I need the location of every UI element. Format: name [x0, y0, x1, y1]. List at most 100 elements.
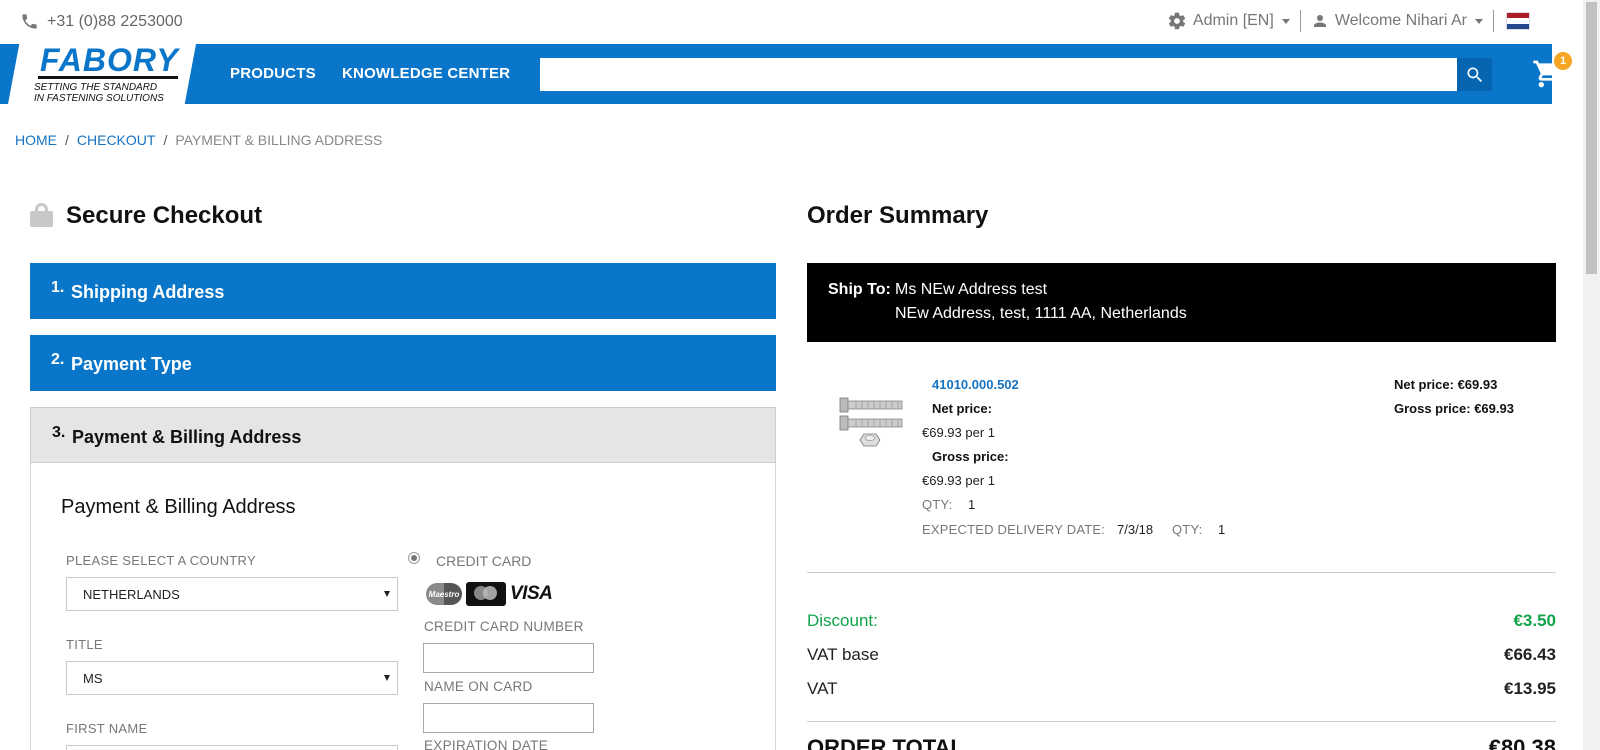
logo-wordmark: FABORY	[40, 42, 179, 78]
step-label: Payment & Billing Address	[72, 427, 302, 447]
qty-value: 1	[968, 497, 976, 512]
breadcrumb-checkout[interactable]: CHECKOUT	[77, 132, 156, 148]
nav-knowledge-center[interactable]: KNOWLEDGE CENTER	[342, 65, 510, 82]
search-button[interactable]	[1457, 58, 1492, 91]
breadcrumb-home[interactable]: HOME	[15, 132, 57, 148]
step-number: 1.	[51, 279, 65, 296]
product-sku-link[interactable]: 41010.000.502	[932, 377, 1019, 392]
ship-to-address: NEw Address, test, 1111 AA, Netherlands	[895, 305, 1187, 322]
lock-icon	[30, 203, 53, 227]
credit-card-option-label: CREDIT CARD	[436, 553, 532, 569]
vat-label: VAT	[807, 679, 838, 698]
search-icon	[1466, 67, 1482, 82]
card-brands: Maestro VISA	[426, 582, 553, 606]
vat-base-label: VAT base	[807, 645, 879, 664]
maestro-logo-icon: Maestro	[426, 583, 462, 605]
caret-down-icon	[1475, 18, 1483, 24]
first-name-label: FIRST NAME	[66, 721, 148, 736]
net-price-label: Net price:	[932, 401, 992, 416]
country-select[interactable]: NETHERLANDS	[66, 577, 398, 611]
title-value: MS	[83, 671, 103, 686]
order-total-label: ORDER TOTAL	[807, 735, 964, 750]
search-input[interactable]	[540, 58, 1457, 91]
delivery-date-label: EXPECTED DELIVERY DATE:	[922, 522, 1106, 537]
breadcrumb-current: PAYMENT & BILLING ADDRESS	[175, 132, 383, 148]
summary-divider	[807, 721, 1556, 722]
credit-card-radio[interactable]	[408, 552, 420, 564]
maestro-text: Maestro	[428, 589, 460, 599]
ship-to-box: Ship To: Ms NEw Address test NEw Address…	[807, 263, 1556, 342]
phone-number: +31 (0)88 2253000	[47, 12, 183, 30]
step-number: 2.	[51, 351, 65, 368]
select-arrow-icon	[384, 591, 390, 597]
step-payment-type[interactable]: 2. Payment Type	[30, 335, 776, 391]
top-utility-bar: +31 (0)88 2253000 Admin [EN] Welcome Nih…	[0, 0, 1552, 44]
qty-label: QTY:	[922, 497, 953, 512]
step-label: Payment Type	[71, 354, 192, 374]
country-label: PLEASE SELECT A COUNTRY	[66, 553, 256, 568]
phone-icon	[22, 14, 37, 29]
cart-count-badge: 1	[1554, 52, 1572, 70]
vat-base-row: VAT base €66.43	[807, 645, 1556, 665]
order-total-row: ORDER TOTAL €80.38	[807, 735, 1556, 750]
welcome-label: Welcome Nihari Ar	[1334, 12, 1467, 29]
logo-tagline-line-2: IN FASTENING SOLUTIONS	[34, 93, 164, 104]
divider	[1493, 10, 1494, 32]
expiration-date-label: EXPIRATION DATE	[424, 738, 549, 750]
gross-price-label: Gross price:	[932, 449, 1009, 464]
panel-title: Payment & Billing Address	[61, 496, 296, 518]
breadcrumb-separator: /	[163, 132, 168, 148]
logo-tagline-line-1: SETTING THE STANDARD	[34, 82, 158, 93]
step-shipping-address[interactable]: 1. Shipping Address	[30, 263, 776, 319]
title-select[interactable]: MS	[66, 661, 398, 695]
scrollbar-thumb[interactable]	[1586, 2, 1597, 274]
gross-price-value: €69.93 per 1	[922, 473, 996, 488]
user-icon	[1313, 15, 1326, 27]
nav-products[interactable]: PRODUCTS	[230, 65, 316, 82]
phone-contact[interactable]: +31 (0)88 2253000	[20, 12, 183, 31]
vat-row: VAT €13.95	[807, 679, 1556, 699]
mastercard-logo-icon	[466, 582, 506, 606]
vat-value: €13.95	[1504, 679, 1556, 698]
ship-to-name: Ms NEw Address test	[895, 281, 1048, 298]
delivery-qty-value: 1	[1218, 522, 1226, 537]
delivery-qty-label: QTY:	[1172, 522, 1203, 537]
bolt-product-image	[839, 397, 903, 447]
line-gross-price: Gross price: €69.93	[1394, 401, 1514, 416]
fabory-logo[interactable]: FABORY SETTING THE STANDARD IN FASTENING…	[0, 44, 200, 104]
step-number: 3.	[52, 424, 66, 441]
summary-divider	[807, 572, 1556, 573]
delivery-date-value: 7/3/18	[1117, 522, 1154, 537]
breadcrumb: HOME / CHECKOUT / PAYMENT & BILLING ADDR…	[15, 132, 382, 148]
page-scrollbar[interactable]	[1583, 0, 1600, 750]
select-arrow-icon	[384, 675, 390, 681]
account-dropdown[interactable]: Welcome Nihari Ar	[1301, 12, 1493, 30]
visa-logo-icon: VISA	[510, 583, 553, 604]
cart-button[interactable]: 1	[1532, 52, 1572, 92]
first-name-field[interactable]	[66, 745, 398, 750]
vat-base-value: €66.43	[1504, 645, 1556, 664]
step-payment-billing[interactable]: 3. Payment & Billing Address	[30, 407, 776, 463]
name-on-card-field[interactable]	[423, 703, 594, 733]
page-title: Secure Checkout	[66, 202, 263, 229]
admin-label: Admin [EN]	[1192, 12, 1274, 29]
card-number-field[interactable]	[423, 643, 594, 673]
caret-down-icon	[1281, 18, 1290, 24]
admin-dropdown[interactable]: Admin [EN]	[1157, 11, 1300, 31]
card-number-label: CREDIT CARD NUMBER	[424, 619, 584, 634]
step-label: Shipping Address	[71, 282, 225, 302]
discount-value: €3.50	[1513, 611, 1556, 630]
name-on-card-label: NAME ON CARD	[424, 679, 533, 694]
title-label: TITLE	[66, 637, 103, 652]
logo-tagline: SETTING THE STANDARD IN FASTENING SOLUTI…	[34, 82, 164, 104]
order-total-value: €80.38	[1488, 735, 1556, 750]
main-navbar: FABORY SETTING THE STANDARD IN FASTENING…	[0, 44, 1572, 104]
ship-to-label: Ship To:	[828, 281, 891, 298]
order-summary-title: Order Summary	[807, 202, 989, 229]
netherlands-flag-icon[interactable]	[1506, 12, 1530, 30]
breadcrumb-separator: /	[65, 132, 69, 148]
line-net-price: Net price: €69.93	[1394, 377, 1498, 392]
gear-icon	[1168, 12, 1186, 30]
net-price-value: €69.93 per 1	[922, 425, 996, 440]
discount-label: Discount:	[807, 611, 878, 630]
